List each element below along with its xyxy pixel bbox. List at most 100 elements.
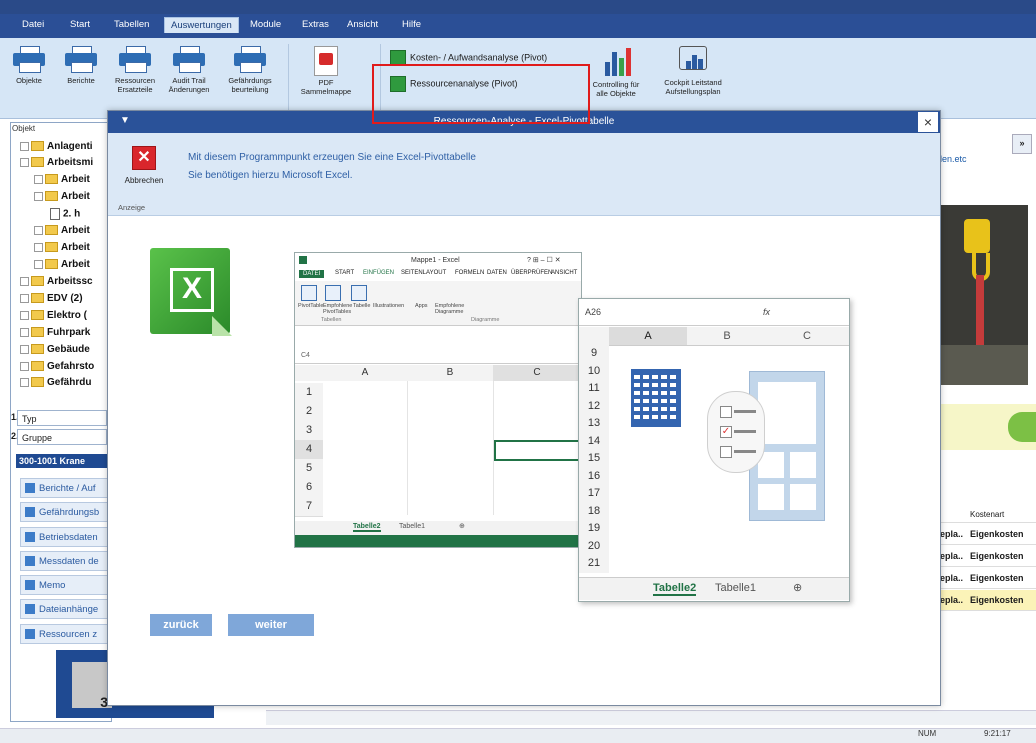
- column-header: C: [493, 365, 582, 381]
- tree-item[interactable]: Fuhrpark: [20, 327, 90, 338]
- add-sheet-icon: ⊕: [459, 523, 465, 530]
- zurueck-button[interactable]: zurück: [150, 614, 212, 636]
- gruppe-field[interactable]: Gruppe: [17, 429, 107, 445]
- ribbon-audit-trail-button[interactable]: Audit Trail Änderungen: [166, 46, 212, 94]
- excel-ribbon-diagramme: Empfohlene Diagramme: [435, 303, 465, 315]
- ribbon-gefaehrdung-button[interactable]: Gefährdungs beurteilung: [222, 46, 278, 94]
- selected-group-label: 300-1001 Krane: [16, 454, 108, 468]
- tree-item[interactable]: Arbeit: [34, 259, 90, 270]
- tree-item[interactable]: Arbeit: [34, 174, 90, 185]
- dialog-menu-icon[interactable]: ▼: [120, 115, 130, 126]
- excel-ribbon-tabelle: Tabelle: [353, 303, 371, 309]
- row-header: 17: [579, 485, 609, 503]
- detail-link[interactable]: len.etc: [940, 154, 967, 164]
- folder-icon: [31, 310, 44, 321]
- ribbon-pdf-sammelmappe-button[interactable]: PDF Sammelmappe: [298, 46, 354, 96]
- row-header: 4: [295, 440, 323, 460]
- tree-item[interactable]: Gefahrsto: [20, 361, 94, 372]
- excel-grid: A B C 1 2 3 4 5 6 7: [295, 365, 582, 517]
- excel-tab-start: START: [335, 270, 355, 276]
- excel-tab-ueberpruefen: ÜBERPRÜFEN: [511, 270, 553, 276]
- berichte-button[interactable]: Berichte / Auf: [20, 478, 108, 498]
- tree-item[interactable]: EDV (2): [20, 293, 83, 304]
- excel-logo-icon: X: [150, 248, 232, 336]
- gefaehrdung-button[interactable]: Gefährdungsb: [20, 502, 108, 522]
- dialog-requirement: Sie benötigen hierzu Microsoft Excel.: [188, 170, 353, 181]
- tree-item[interactable]: Arbeitssc: [20, 276, 93, 287]
- recommended-pivot-icon: [325, 285, 341, 301]
- crane-strap: [976, 275, 984, 345]
- tree-item[interactable]: Gefährdu: [20, 377, 91, 387]
- menu-extras[interactable]: Extras: [302, 19, 329, 30]
- ressourcen-button[interactable]: Ressourcen z: [20, 624, 108, 644]
- object-image: 3: [72, 662, 112, 710]
- document-icon: [50, 208, 60, 220]
- list-icon: [25, 604, 35, 615]
- excel-preview-window: Mappe1 - Excel ? ⊞ – ☐ ✕ DATEI START EIN…: [294, 252, 582, 548]
- table-row[interactable]: epla.. Eigenkosten: [936, 546, 1036, 567]
- tree-item[interactable]: Anlagenti: [20, 141, 93, 152]
- tree-item[interactable]: Elektro (: [20, 310, 87, 321]
- excel-group-tabellen: Tabellen: [321, 317, 342, 323]
- horizontal-scrollbar[interactable]: [266, 710, 1036, 725]
- ribbon-ressourcen-button[interactable]: Ressourcen Ersatzteile: [112, 46, 158, 94]
- tree-item[interactable]: 2. h: [50, 208, 80, 220]
- weiter-button[interactable]: weiter: [228, 614, 314, 636]
- table-row[interactable]: epla.. Eigenkosten: [936, 568, 1036, 589]
- memo-button[interactable]: Memo: [20, 575, 108, 595]
- excel-window-title: Mappe1 - Excel: [411, 257, 460, 264]
- expand-button[interactable]: »: [1012, 134, 1032, 154]
- ribbon-cockpit-button[interactable]: Cockpit Leitstand Aufstellungsplan: [656, 46, 730, 96]
- row-header: 10: [579, 362, 609, 380]
- tree-item[interactable]: Gebäude: [20, 344, 90, 355]
- tree-item[interactable]: Arbeit: [34, 191, 90, 202]
- menu-ansicht[interactable]: Ansicht: [347, 19, 378, 30]
- ribbon-controlling-label: Controlling für alle Objekte: [592, 80, 640, 98]
- ribbon-controlling-button[interactable]: Controlling für alle Objekte: [586, 46, 646, 98]
- list-icon: [25, 580, 35, 591]
- excel-tab-ansicht: ANSICHT: [551, 270, 578, 276]
- ribbon-objekte-button[interactable]: Objekte: [8, 46, 50, 85]
- selected-cell: [494, 440, 582, 461]
- menu-auswertungen[interactable]: Auswertungen: [164, 17, 239, 33]
- folder-icon: [31, 293, 44, 304]
- menu-start[interactable]: Start: [70, 19, 90, 30]
- folder-icon: [45, 191, 58, 202]
- row-header: 6: [295, 478, 323, 498]
- menu-datei[interactable]: Datei: [22, 19, 44, 30]
- column-header: B: [407, 365, 494, 381]
- status-button[interactable]: [1008, 412, 1036, 442]
- ribbon-audit-trail-label: Audit Trail Änderungen: [168, 76, 210, 94]
- row-header: 11: [579, 380, 609, 398]
- tree-item[interactable]: Arbeitsmi: [20, 157, 93, 168]
- dialog-description: Mit diesem Programmpunkt erzeugen Sie ei…: [188, 152, 476, 163]
- table-row[interactable]: epla.. Eigenkosten: [936, 524, 1036, 545]
- excel-tab-formeln: FORMELN: [455, 270, 485, 276]
- folder-icon: [31, 377, 44, 387]
- dialog-close-button[interactable]: ×: [918, 112, 938, 132]
- row-header: 20: [579, 537, 609, 555]
- tree-item[interactable]: Arbeit: [34, 242, 90, 253]
- sheet-tab: Tabelle1: [399, 523, 426, 530]
- pivot-table-illustration: [631, 369, 681, 427]
- menu-module[interactable]: Module: [250, 19, 281, 30]
- folder-icon: [45, 259, 58, 270]
- betriebsdaten-button[interactable]: Betriebsdaten: [20, 527, 108, 547]
- crane-photo: [936, 205, 1028, 385]
- tree-item[interactable]: Arbeit: [34, 225, 90, 236]
- typ-field[interactable]: Typ: [17, 410, 107, 426]
- menu-hilfe[interactable]: Hilfe: [402, 19, 421, 30]
- abbrechen-button[interactable]: ✕ Abbrechen: [118, 142, 170, 198]
- folder-icon: [31, 157, 44, 168]
- list-icon: [25, 629, 35, 640]
- messdaten-button[interactable]: Messdaten de: [20, 551, 108, 571]
- ribbon-ressourcen-label: Ressourcen Ersatzteile: [114, 76, 156, 94]
- menu-tabellen[interactable]: Tabellen: [114, 19, 149, 30]
- dateianhaenge-button[interactable]: Dateianhänge: [20, 599, 108, 619]
- row-header: 21: [579, 555, 609, 573]
- ribbon-berichte-button[interactable]: Berichte: [60, 46, 102, 85]
- excel-tab-seitenlayout: SEITENLAYOUT: [401, 270, 447, 276]
- table-row[interactable]: epla.. Eigenkosten: [936, 590, 1036, 611]
- row-header: 18: [579, 502, 609, 520]
- excel-ribbon-apps: Apps: [415, 303, 428, 309]
